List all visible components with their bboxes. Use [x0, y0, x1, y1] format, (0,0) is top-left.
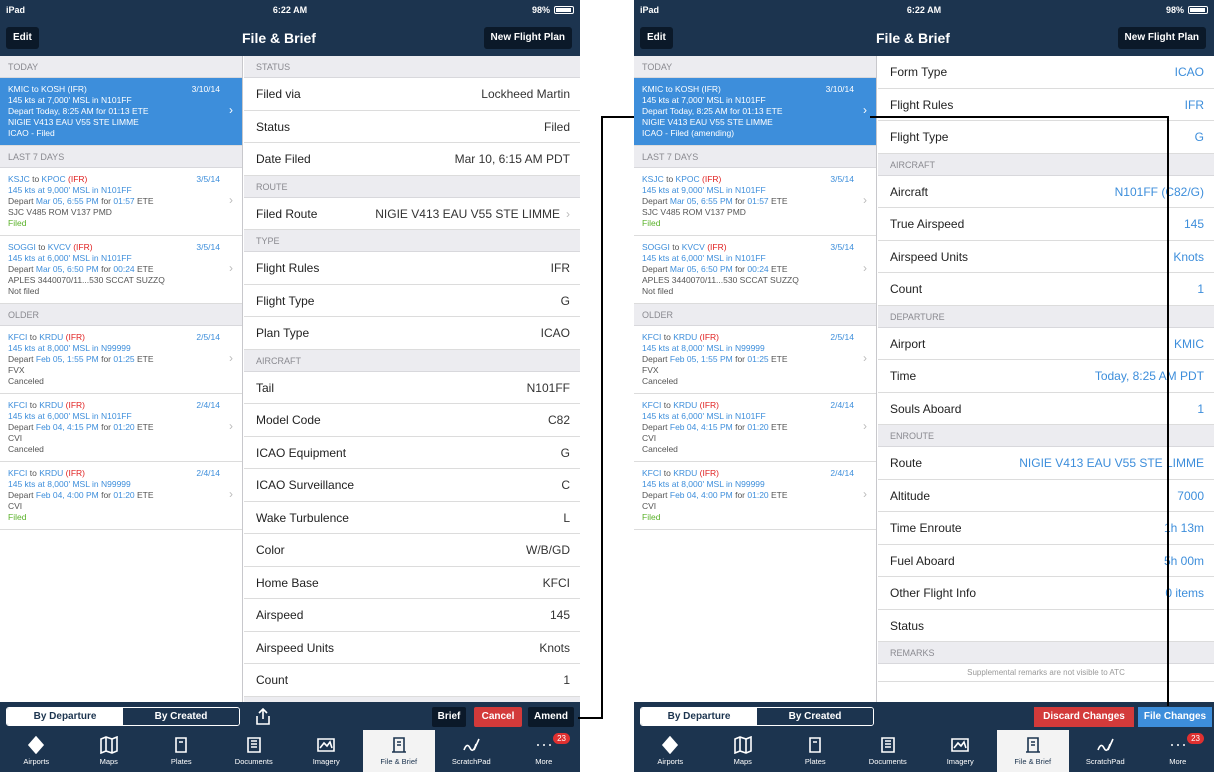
connector-lines	[578, 116, 1169, 719]
